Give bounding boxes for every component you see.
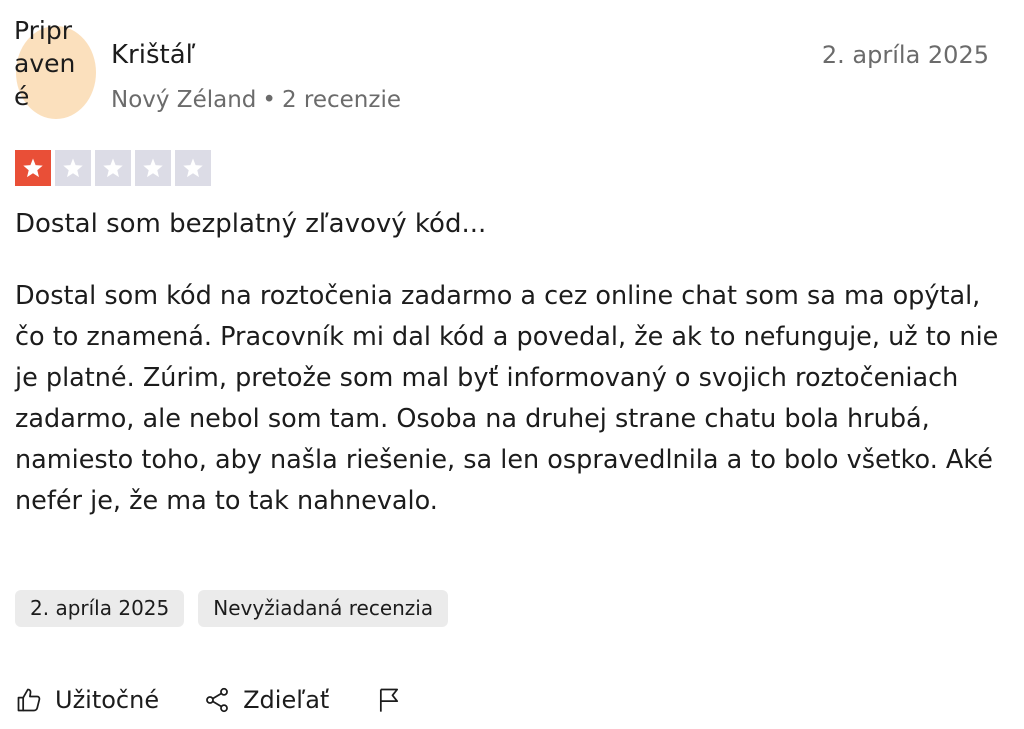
report-button[interactable] [375,686,403,714]
review-card: Pripravené Krištáľ Nový Zéland • 2 recenzi… [0,0,1024,729]
share-icon [206,687,229,713]
share-button[interactable]: Zdieľať [203,683,329,717]
star-icon [103,158,123,178]
review-body: Dostal som kód na roztočenia zadarmo a c… [15,281,999,516]
meta-separator: • [262,87,276,113]
reviewer-review-count[interactable]: 2 recenzie [282,87,401,113]
avatar-container: Pripravené [14,0,104,135]
review-actions: Užitočné Zdieľať [15,682,403,718]
review-title[interactable]: Dostal som bezplatný zľavový kód... [15,206,486,242]
share-label: Zdieľať [243,686,330,714]
thumbs-up-icon [17,688,41,712]
star-empty [135,150,171,186]
reviewer-meta: Nový Zéland • 2 recenzie [111,85,401,115]
flag-icon [380,688,399,712]
star-empty [175,150,211,186]
review-date: 2. apríla 2025 [821,41,989,69]
useful-label: Užitočné [55,686,160,714]
tag-review-type[interactable]: Nevyžiadaná recenzia [198,590,449,627]
tag-date: 2. apríla 2025 [15,590,185,627]
star-empty [55,150,91,186]
star-icon [143,158,163,178]
star-rating [15,150,211,186]
avatar-initials: Pripravené [14,16,76,111]
review-tags: 2. apríla 2025 Nevyžiadaná recenzia [15,590,449,627]
star-icon [63,158,83,178]
useful-button[interactable]: Užitočné [15,683,159,717]
reviewer-name[interactable]: Krištáľ [111,38,195,72]
star-filled [15,150,51,186]
reviewer-country: Nový Zéland [111,87,257,113]
star-icon [23,158,43,178]
star-icon [183,158,203,178]
star-empty [95,150,131,186]
